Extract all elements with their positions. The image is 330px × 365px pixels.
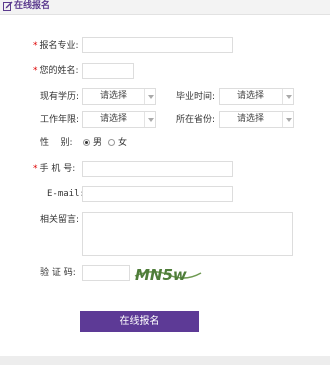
- footer-bar: [0, 356, 330, 365]
- captcha-label: 验 证 码:: [40, 268, 76, 278]
- gender-female-radio[interactable]: [108, 139, 115, 146]
- gender-male-label: 男: [93, 138, 103, 148]
- province-value: 请选择: [237, 114, 265, 124]
- gender-label: 性 别:: [40, 138, 73, 148]
- required-star: *: [33, 164, 38, 174]
- chevron-down-icon: [282, 89, 293, 104]
- form-title: 在线报名: [14, 1, 51, 11]
- major-input[interactable]: [82, 37, 233, 53]
- education-select[interactable]: 请选择: [82, 88, 156, 105]
- form-header: 在线报名: [0, 0, 330, 15]
- chevron-down-icon: [144, 89, 155, 104]
- email-input[interactable]: [82, 186, 233, 202]
- province-label: 所在省份:: [176, 115, 216, 125]
- submit-button[interactable]: 在线报名: [80, 311, 199, 332]
- message-label: 相关留言:: [40, 215, 80, 225]
- email-label: E-mail:: [47, 189, 85, 199]
- province-select[interactable]: 请选择: [219, 111, 294, 128]
- required-star: *: [33, 66, 38, 76]
- graduation-select[interactable]: 请选择: [219, 88, 294, 105]
- work-years-label: 工作年限:: [40, 115, 80, 125]
- chevron-down-icon: [144, 112, 155, 127]
- work-years-value: 请选择: [100, 114, 128, 124]
- captcha-input[interactable]: [82, 265, 130, 281]
- major-label: * 报名专业:: [33, 41, 79, 51]
- required-star: *: [33, 41, 38, 51]
- education-value: 请选择: [100, 91, 128, 101]
- phone-label: * 手 机 号:: [33, 164, 76, 174]
- chevron-down-icon: [282, 112, 293, 127]
- captcha-text: MN5w: [135, 266, 187, 284]
- gender-female-label: 女: [118, 138, 128, 148]
- name-input[interactable]: [82, 63, 134, 79]
- edit-icon: [3, 1, 13, 11]
- captcha-image[interactable]: MN5w: [133, 264, 202, 284]
- work-years-select[interactable]: 请选择: [82, 111, 156, 128]
- message-textarea[interactable]: [82, 212, 293, 256]
- name-label: * 您的姓名:: [33, 66, 79, 76]
- graduation-label: 毕业时间:: [176, 92, 216, 102]
- education-label: 现有学历:: [40, 92, 80, 102]
- graduation-value: 请选择: [237, 91, 265, 101]
- gender-male-radio[interactable]: [83, 139, 90, 146]
- phone-input[interactable]: [82, 161, 233, 177]
